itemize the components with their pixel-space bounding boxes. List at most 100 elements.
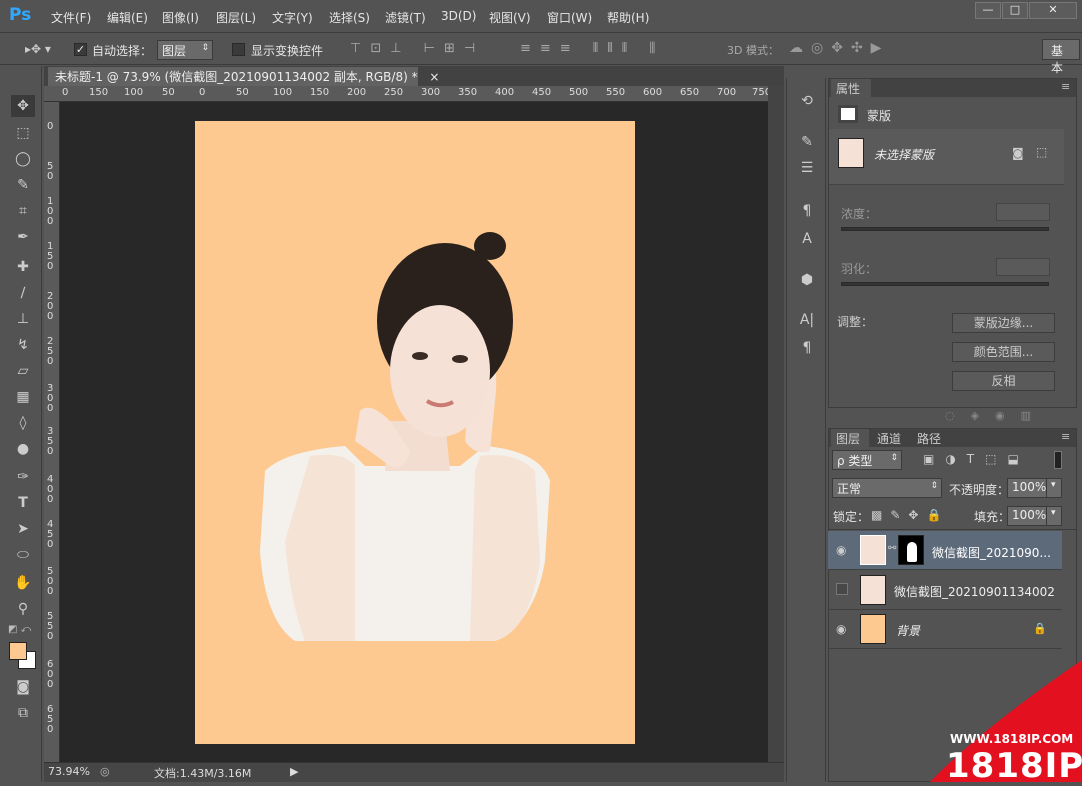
mask-link-icon[interactable]: ⚯ (888, 543, 896, 554)
3d-panel-icon[interactable]: ⬢ (797, 272, 817, 292)
filter-toggle[interactable] (1054, 451, 1062, 469)
lasso-tool-icon[interactable]: ◯ (11, 148, 35, 170)
ruler-tick: 500 (569, 87, 589, 98)
3d-mode-icons[interactable]: ☁◎✥✣▶ (789, 40, 889, 56)
layer-name[interactable]: 微信截图_20210901134002 (894, 583, 1055, 600)
layer-filter-dropdown[interactable]: ρ 类型 ⇕ (832, 450, 902, 470)
distribute-icons[interactable]: ≡≡≡ ⫴⫴⫴ ⫼ (520, 41, 664, 56)
zoom-tool-icon[interactable]: ⚲ (11, 598, 35, 620)
history-brush-icon[interactable]: ↯ (11, 334, 35, 356)
layer-filter-icons[interactable]: ▣◑T⬚⬓ (923, 452, 1030, 466)
screen-mode-icon[interactable]: ⧉ (11, 702, 35, 724)
layer-row-selected[interactable]: ◉ ⚯ 微信截图_2021090... (828, 531, 1062, 570)
properties-tab[interactable]: 属性 (831, 79, 871, 97)
default-colors-icon[interactable]: ◩ ⤺ (8, 624, 31, 635)
visibility-eye-icon[interactable]: ◉ (836, 622, 850, 636)
align-icons[interactable]: ⊤⊡⊥ ⊢⊞⊣ (350, 41, 484, 56)
quick-select-icon[interactable]: ✎ (11, 174, 35, 196)
opacity-field[interactable]: 100% (1007, 478, 1047, 498)
vertical-scrollbar[interactable] (768, 86, 784, 762)
menu-image[interactable]: 图像(I) (162, 9, 199, 26)
history-panel-icon[interactable]: ⟲ (797, 93, 817, 113)
lock-icons[interactable]: ▩✎✥🔒 (871, 508, 949, 522)
hand-tool-icon[interactable]: ✋ (11, 572, 35, 594)
menu-window[interactable]: 窗口(W) (547, 9, 592, 26)
dodge-tool-icon[interactable]: ● (11, 438, 35, 460)
foreground-color-swatch[interactable] (9, 642, 27, 660)
show-transform-checkbox[interactable] (232, 43, 245, 56)
invert-button[interactable]: 反相 (952, 371, 1055, 391)
density-field[interactable] (996, 203, 1050, 221)
layer-row-background[interactable]: ◉ 背景 🔒 (828, 610, 1062, 649)
clone-stamp-icon[interactable]: ⊥ (11, 308, 35, 330)
minimize-button[interactable]: — (975, 2, 1001, 19)
tab-paths[interactable]: 路径 (913, 430, 945, 447)
quick-mask-icon[interactable]: ◙ (11, 676, 35, 698)
status-menu-arrow-icon[interactable]: ▶ (290, 765, 298, 778)
density-slider[interactable] (841, 227, 1049, 231)
menu-select[interactable]: 选择(S) (329, 9, 370, 26)
close-tab-icon[interactable]: × (429, 70, 439, 84)
menu-edit[interactable]: 编辑(E) (107, 9, 148, 26)
feather-field[interactable] (996, 258, 1050, 276)
ruler-horizontal: 0 150 100 50 0 50 100 150 200 250 300 35… (44, 86, 768, 102)
color-range-button[interactable]: 颜色范围... (952, 342, 1055, 362)
character-panel-icon[interactable]: A| (797, 312, 817, 332)
crop-tool-icon[interactable]: ⌗ (11, 200, 35, 222)
options-bar: ▸✥ ▾ ✓ 自动选择： 图层 ⇕ 显示变换控件 ⊤⊡⊥ ⊢⊞⊣ ≡≡≡ ⫴⫴⫴… (0, 34, 1082, 75)
panel-menu-icon[interactable]: ≡ (1061, 430, 1070, 443)
layer-thumbnail (860, 614, 886, 644)
visibility-toggle-off[interactable] (836, 583, 848, 595)
zoom-level[interactable]: 73.94% (48, 765, 90, 778)
menu-help[interactable]: 帮助(H) (607, 9, 649, 26)
path-select-icon[interactable]: ➤ (11, 518, 35, 540)
marquee-tool-icon[interactable]: ⬚ (11, 122, 35, 144)
blur-tool-icon[interactable]: ◊ (11, 412, 35, 434)
eyedropper-icon[interactable]: ✒ (11, 226, 35, 248)
adjustments-panel-icon[interactable]: ☰ (797, 160, 817, 180)
brush-tool-icon[interactable]: ∕ (11, 282, 35, 304)
layer-row[interactable]: 微信截图_20210901134002 (828, 571, 1062, 610)
brush-panel-icon[interactable]: ✎ (797, 134, 817, 154)
paragraph-panel-icon[interactable]: ¶ (797, 340, 817, 360)
type-tool-icon[interactable]: T (11, 492, 35, 514)
eraser-icon[interactable]: ▱ (11, 360, 35, 382)
opacity-arrow-icon[interactable]: ▾ (1046, 478, 1062, 498)
layer-name[interactable]: 背景 (896, 622, 920, 639)
panel-menu-icon[interactable]: ≡ (1061, 80, 1070, 93)
auto-select-dropdown[interactable]: 图层 ⇕ (157, 40, 213, 60)
tab-layers[interactable]: 图层 (831, 429, 869, 447)
mask-action-icons[interactable]: ◌◈◉▥ (945, 409, 1047, 422)
gradient-icon[interactable]: ▦ (11, 386, 35, 408)
visibility-eye-icon[interactable]: ◉ (836, 543, 850, 557)
close-button[interactable]: ✕ (1029, 2, 1077, 19)
healing-brush-icon[interactable]: ✚ (11, 256, 35, 278)
pixel-mask-icon[interactable]: ◙ (1012, 146, 1024, 160)
menu-file[interactable]: 文件(F) (51, 9, 91, 26)
fill-arrow-icon[interactable]: ▾ (1046, 506, 1062, 526)
move-tool-icon[interactable]: ✥ (11, 95, 35, 117)
document-tab[interactable]: 未标题-1 @ 73.9% (微信截图_20210901134002 副本, R… (48, 67, 439, 86)
status-icon[interactable]: ◎ (100, 765, 110, 778)
menu-type[interactable]: 文字(Y) (272, 9, 313, 26)
paragraph-styles-icon[interactable]: ¶ (797, 203, 817, 223)
feather-slider[interactable] (841, 282, 1049, 286)
pen-tool-icon[interactable]: ✑ (11, 466, 35, 488)
document-canvas[interactable] (195, 121, 635, 744)
layer-name[interactable]: 微信截图_2021090... (932, 544, 1051, 561)
workspace-button[interactable]: 基本 (1042, 39, 1080, 75)
move-tool-icon[interactable]: ▸✥ ▾ (25, 42, 51, 56)
vector-mask-icon[interactable]: ⬚ (1036, 145, 1047, 159)
fill-field[interactable]: 100% (1007, 506, 1047, 526)
menu-3d[interactable]: 3D(D) (441, 9, 476, 23)
maximize-button[interactable]: □ (1002, 2, 1028, 19)
menu-view[interactable]: 视图(V) (489, 9, 531, 26)
mask-edge-button[interactable]: 蒙版边缘... (952, 313, 1055, 333)
shape-tool-icon[interactable]: ⬭ (11, 544, 35, 566)
character-styles-icon[interactable]: A (797, 231, 817, 251)
tab-channels[interactable]: 通道 (873, 430, 905, 447)
auto-select-checkbox[interactable]: ✓ (74, 43, 87, 56)
menu-layer[interactable]: 图层(L) (216, 9, 256, 26)
blend-mode-dropdown[interactable]: 正常 ⇕ (832, 478, 942, 498)
menu-filter[interactable]: 滤镜(T) (385, 9, 426, 26)
